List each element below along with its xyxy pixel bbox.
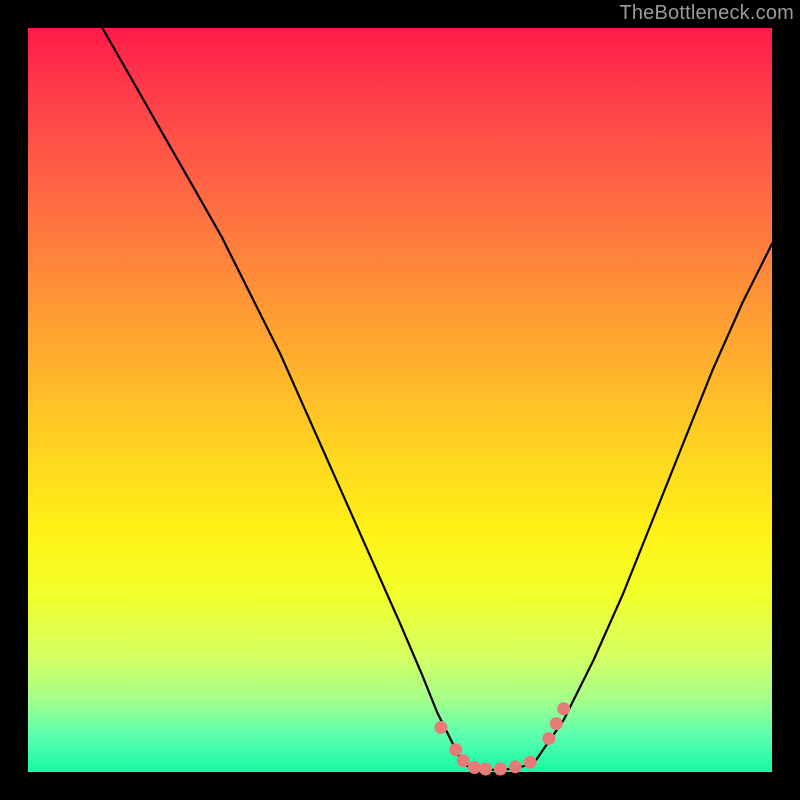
- highlight-dot: [457, 754, 470, 767]
- plot-area: [28, 28, 772, 772]
- chart-svg: [28, 28, 772, 772]
- highlight-dot: [550, 717, 563, 730]
- curve-right-branch: [534, 244, 772, 763]
- watermark-text: TheBottleneck.com: [619, 2, 794, 25]
- highlight-dot: [449, 743, 462, 756]
- highlight-dot: [434, 721, 447, 734]
- highlight-dot: [468, 761, 481, 774]
- highlight-dot: [524, 756, 537, 769]
- curve-left-branch: [102, 28, 463, 765]
- highlight-dot: [479, 763, 492, 776]
- outer-black-frame: TheBottleneck.com: [0, 0, 800, 800]
- highlight-dot: [509, 760, 522, 773]
- highlight-dot: [557, 702, 570, 715]
- highlight-dot: [542, 732, 555, 745]
- highlight-dot: [494, 763, 507, 776]
- highlight-markers: [434, 702, 570, 775]
